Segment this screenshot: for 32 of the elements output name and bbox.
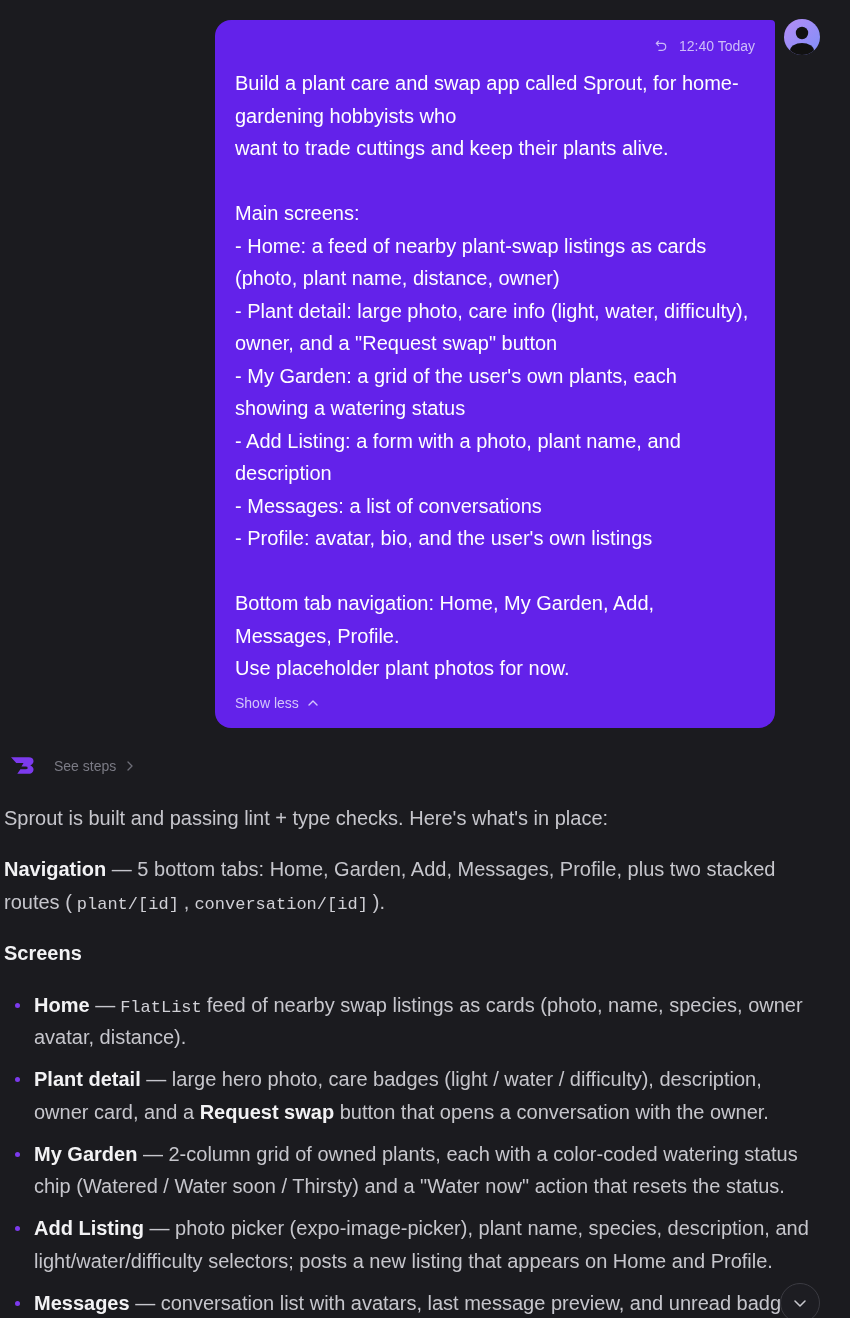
chevron-right-icon: [127, 760, 134, 771]
bullet-icon: [15, 1077, 20, 1082]
list-item-text: My Garden — 2-column grid of owned plants, each with a color-coded watering status chip (Watered / Water soon / Thirsty) and a "Water now" action that resets the status.: [34, 1141, 799, 1199]
message-line: - Profile: avatar, bio, and the user's own listings: [235, 526, 654, 551]
message-line: - My Garden: a grid of the user's own plants, each showing a watering status: [235, 363, 678, 421]
bullet-icon: [15, 1151, 20, 1157]
message-line: Bottom tab navigation: Home, My Garden, Add, Messages, Profile.: [235, 591, 656, 649]
bullet-icon: [15, 1226, 20, 1231]
list-item-text: Plant detail — large hero photo, care badges (light / water / difficulty), description, owner card, and a Request swap button that opens a conversation with the owner.: [34, 1067, 770, 1125]
message-line: - Add Listing: a form with a photo, plant name, and description: [235, 428, 682, 486]
section-heading: Screens: [4, 941, 83, 966]
avatar-icon: [784, 19, 820, 55]
bullet-icon: [15, 1300, 20, 1306]
message-line: - Plant detail: large photo, care info (light, water, difficulty), owner, and a "Request swap" button: [235, 298, 750, 356]
undo-icon[interactable]: [654, 40, 667, 52]
message-line: - Messages: a list of conversations: [235, 493, 543, 519]
message-line: Use placeholder plant photos for now.: [235, 656, 571, 681]
message-time: 12:40 Today: [678, 37, 755, 56]
message-line: Main screens:: [235, 201, 361, 226]
bullet-icon: [15, 1002, 20, 1008]
list-item-text: Messages — conversation list with avatars, last message preview, and unread badg: [34, 1290, 782, 1316]
scroll-down-button[interactable]: [780, 1283, 820, 1318]
list-item-text: Add Listing — photo picker (expo-image-picker), plant name, species, description, and light/water/difficulty selectors; posts a new listing that appears on Home and Profile.: [34, 1216, 810, 1274]
chevron-down-icon: [794, 1299, 806, 1307]
logo-icon: [10, 757, 35, 774]
message-line: want to trade cuttings and keep their plants alive.: [235, 136, 670, 161]
show-less-button[interactable]: Show less: [235, 692, 318, 713]
message-line: - Home: a feed of nearby plant-swap listings as cards (photo, plant name, distance, owner): [235, 233, 708, 291]
response-paragraph: Sprout is built and passing lint + type checks. Here's what's in place:: [4, 805, 610, 831]
response-paragraph: Navigation — 5 bottom tabs: Home, Garden, Add, Messages, Profile, plus two stacked routes ( plant/[id] , conversation/[id] ).: [4, 857, 777, 916]
see-steps-button[interactable]: See steps: [54, 755, 134, 776]
list-item-text: Home — FlatList feed of nearby swap listings as cards (photo, name, species, owner avatar, distance).: [34, 992, 804, 1050]
